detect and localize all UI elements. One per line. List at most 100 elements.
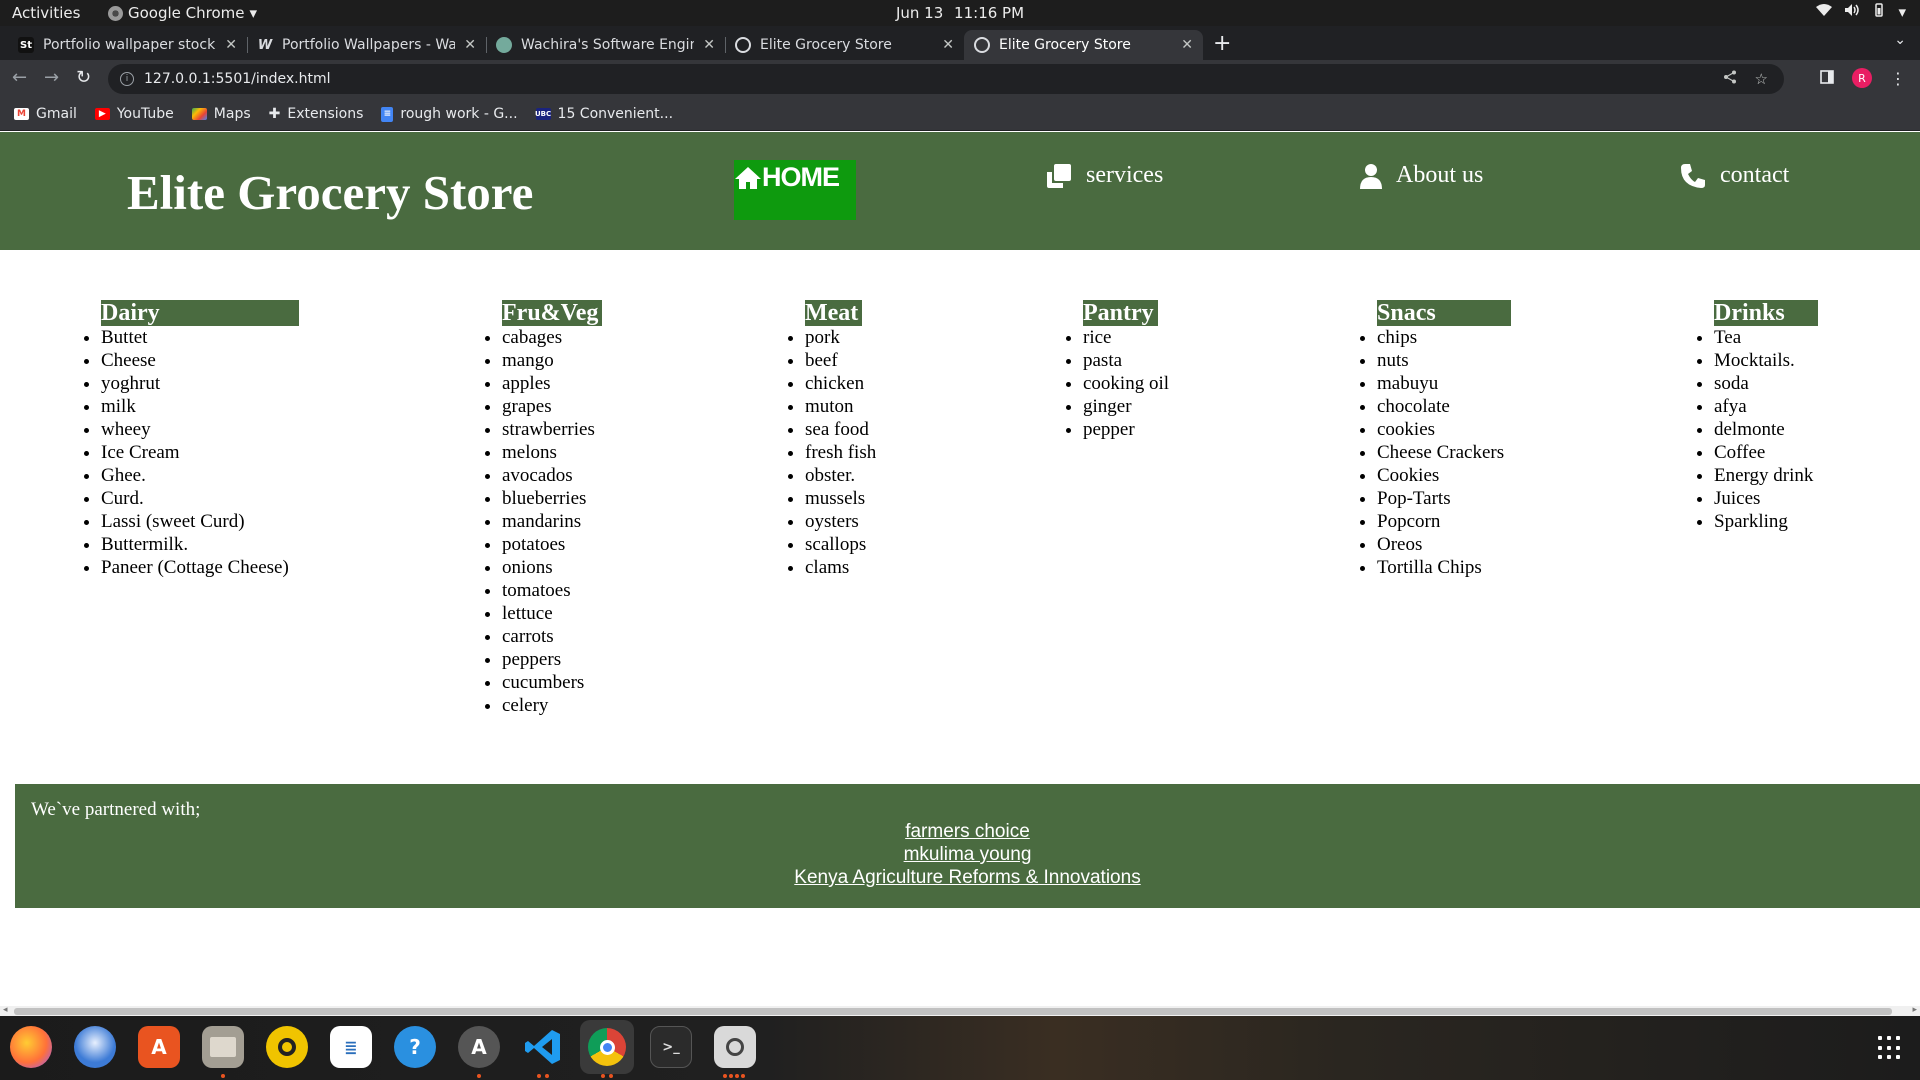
nav-about-link[interactable]: About us <box>1360 162 1483 189</box>
terminal-icon[interactable]: >_ <box>650 1026 692 1068</box>
side-panel-icon[interactable] <box>1820 69 1834 88</box>
clone-icon <box>1047 163 1071 188</box>
list-item: Ghee. <box>101 464 299 487</box>
more-menu-icon[interactable]: ⋮ <box>1890 69 1906 88</box>
forward-arrow-icon[interactable]: → <box>44 67 59 88</box>
nav-services-link[interactable]: services <box>1046 162 1163 189</box>
partner-link-kari[interactable]: Kenya Agriculture Reforms & Innovations <box>15 866 1920 889</box>
tab-portfolio-wallpapers[interactable]: W Portfolio Wallpapers - Wa ✕ <box>247 30 487 60</box>
list-item: Sparkling <box>1714 510 1818 533</box>
show-apps-grid-icon[interactable] <box>1878 1036 1902 1060</box>
scrollbar-thumb[interactable] <box>14 1008 1892 1015</box>
date: Jun 13 <box>895 4 944 22</box>
partner-link-farmers-choice[interactable]: farmers choice <box>15 820 1920 843</box>
close-icon[interactable]: ✕ <box>464 37 476 53</box>
url-text: 127.0.0.1:5501/index.html <box>144 71 331 87</box>
toolbar-actions: R ⋮ <box>1820 68 1906 88</box>
list-item: Cookies <box>1377 464 1511 487</box>
share-icon[interactable] <box>1723 70 1737 88</box>
bookmarks-bar: M Gmail ▶ YouTube Maps ✚ Extensions ≡ ro… <box>0 98 1920 131</box>
bookmark-convenient[interactable]: UBC 15 Convenient... <box>535 106 673 122</box>
horizontal-scrollbar[interactable]: ◂ ▸ <box>0 1004 1920 1016</box>
scroll-left-arrow-icon[interactable]: ◂ <box>3 1004 8 1015</box>
item-list: Tea Mocktails. soda afya delmonte Coffee… <box>1714 326 1818 533</box>
vscode-icon[interactable] <box>522 1026 564 1068</box>
close-icon[interactable]: ✕ <box>225 37 237 53</box>
updater-icon[interactable]: A <box>458 1026 500 1068</box>
puzzle-piece-icon: ✚ <box>268 106 281 122</box>
nav-home-link[interactable]: HOME <box>734 160 856 220</box>
category-dairy: Dairy Buttet Cheese yoghrut milk wheey I… <box>101 300 299 579</box>
volume-icon <box>1844 3 1860 21</box>
writer-icon[interactable]: ≣ <box>330 1026 372 1068</box>
list-item: delmonte <box>1714 418 1818 441</box>
software-center-icon[interactable]: A <box>138 1026 180 1068</box>
address-bar[interactable]: i 127.0.0.1:5501/index.html ☆ <box>108 64 1784 94</box>
favicon-icon: W <box>257 37 273 53</box>
help-icon[interactable]: ? <box>394 1026 436 1068</box>
nav-contact-link[interactable]: contact <box>1680 162 1789 189</box>
tab-chatgpt[interactable]: Wachira's Software Engin ✕ <box>486 30 726 60</box>
screenshot-icon[interactable] <box>714 1026 756 1068</box>
category-pantry: Pantry rice pasta cooking oil ginger pep… <box>1083 300 1169 441</box>
list-item: pasta <box>1083 349 1169 372</box>
files-icon[interactable] <box>202 1026 244 1068</box>
chatgpt-favicon-icon <box>496 37 512 53</box>
rhythmbox-icon[interactable] <box>266 1026 308 1068</box>
clock[interactable]: Jun 13 11:16 PM <box>0 4 1920 22</box>
list-item: Mocktails. <box>1714 349 1818 372</box>
list-item: oysters <box>805 510 876 533</box>
partner-link-mkulima-young[interactable]: mkulima young <box>15 843 1920 866</box>
list-item: Pop-Tarts <box>1377 487 1511 510</box>
site-header: Elite Grocery Store HOME services About … <box>0 132 1920 250</box>
tab-elite-grocery-1[interactable]: Elite Grocery Store ✕ <box>725 30 964 60</box>
close-icon[interactable]: ✕ <box>703 37 715 53</box>
list-item: cabages <box>502 326 602 349</box>
tab-title: Portfolio wallpaper stock <box>43 37 216 53</box>
running-indicator <box>723 1074 727 1078</box>
nav-contact-label: contact <box>1720 162 1790 188</box>
youtube-icon: ▶ <box>94 108 110 120</box>
tab-elite-grocery-active[interactable]: Elite Grocery Store ✕ <box>964 30 1203 60</box>
category-drinks: Drinks Tea Mocktails. soda afya delmonte… <box>1714 300 1818 533</box>
new-tab-button[interactable]: + <box>1213 31 1231 56</box>
globe-icon <box>974 37 990 53</box>
bookmark-maps[interactable]: Maps <box>191 106 251 122</box>
tab-strip: St Portfolio wallpaper stock ✕ W Portfol… <box>0 26 1920 60</box>
scroll-right-arrow-icon[interactable]: ▸ <box>1912 1004 1917 1015</box>
list-item: strawberries <box>502 418 602 441</box>
firefox-icon[interactable] <box>10 1026 52 1068</box>
list-item: grapes <box>502 395 602 418</box>
thunderbird-icon[interactable] <box>74 1026 116 1068</box>
running-indicator <box>537 1074 541 1078</box>
list-item: mango <box>502 349 602 372</box>
bookmark-label: Extensions <box>287 106 364 122</box>
bookmark-gmail[interactable]: M Gmail <box>14 106 77 122</box>
close-icon[interactable]: ✕ <box>1181 37 1193 53</box>
list-item: apples <box>502 372 602 395</box>
list-item: Cheese <box>101 349 299 372</box>
bookmark-rough-work[interactable]: ≡ rough work - G... <box>381 106 518 122</box>
list-item: Popcorn <box>1377 510 1511 533</box>
site-title: Elite Grocery Store <box>127 165 534 220</box>
tab-search-chevron-icon[interactable]: ⌄ <box>1894 32 1906 48</box>
tab-portfolio-stock[interactable]: St Portfolio wallpaper stock ✕ <box>8 30 248 60</box>
partners-label: We`ve partnered with; <box>31 799 201 820</box>
chrome-icon[interactable] <box>580 1020 634 1074</box>
list-item: muton <box>805 395 876 418</box>
reload-icon[interactable]: ↻ <box>76 67 91 88</box>
partner-links: farmers choice mkulima young Kenya Agric… <box>15 820 1920 889</box>
list-item: mabuyu <box>1377 372 1511 395</box>
close-icon[interactable]: ✕ <box>942 37 954 53</box>
list-item: clams <box>805 556 876 579</box>
bookmark-star-icon[interactable]: ☆ <box>1755 70 1768 88</box>
system-status-menu[interactable]: ▾ <box>1816 3 1906 21</box>
site-info-icon[interactable]: i <box>120 72 134 86</box>
bookmark-youtube[interactable]: ▶ YouTube <box>94 106 174 122</box>
list-item: lettuce <box>502 602 602 625</box>
back-arrow-icon[interactable]: ← <box>12 67 27 88</box>
bookmark-label: rough work - G... <box>400 106 518 122</box>
list-item: afya <box>1714 395 1818 418</box>
bookmark-extensions[interactable]: ✚ Extensions <box>269 106 364 122</box>
profile-avatar[interactable]: R <box>1852 68 1872 88</box>
